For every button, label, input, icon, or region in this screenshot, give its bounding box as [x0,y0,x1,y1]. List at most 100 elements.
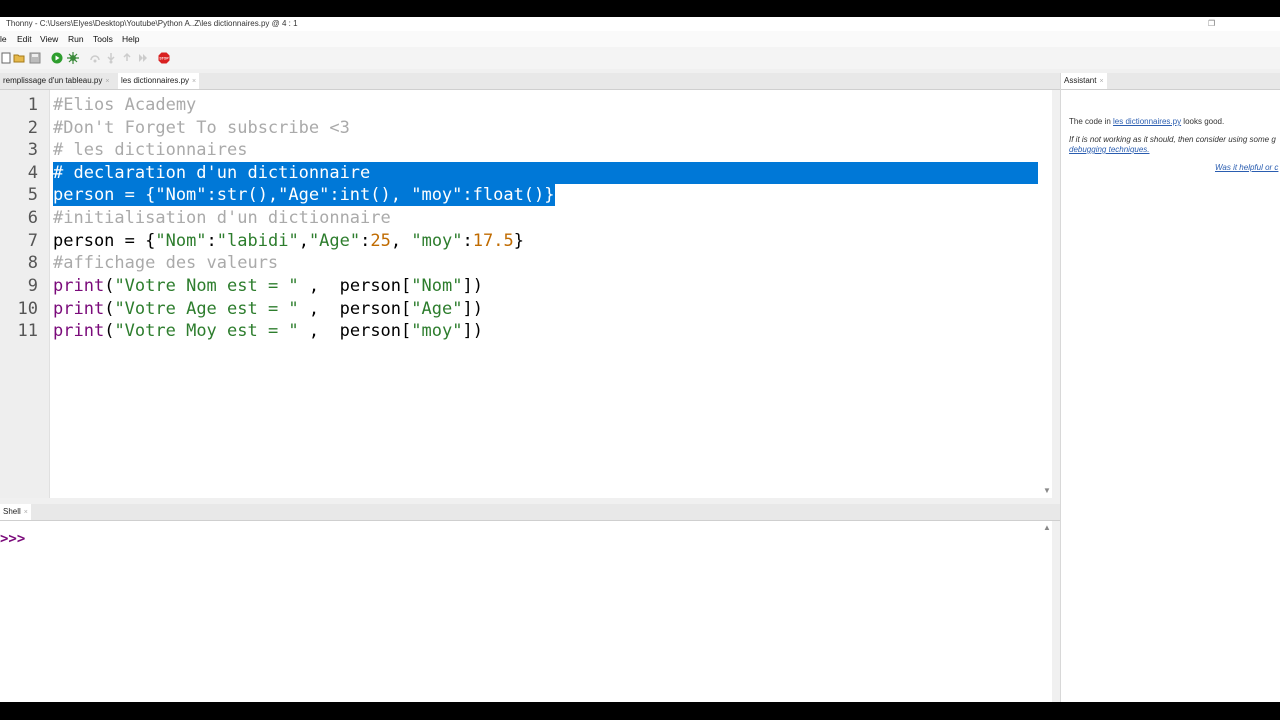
code-token: ( [104,299,115,319]
line-number: 1 [27,95,38,115]
restore-window-icon[interactable]: ❐ [1208,19,1217,28]
code-line-11: print("Votre Moy est = " , person["moy"]… [53,320,483,342]
save-icon[interactable] [29,52,41,64]
code-token: "Age" [411,299,463,319]
resume-icon[interactable] [137,52,149,64]
shell-tab-bar: Shell × [0,504,1060,521]
line-number: 6 [27,208,38,228]
file-link[interactable]: les dictionnaires.py [1113,117,1181,126]
code-token: print [53,276,105,296]
tab-label: Shell [3,507,21,516]
code-token: , person[ [298,299,412,319]
code-token: , person[ [298,276,412,296]
line-number: 2 [27,118,38,138]
tab-remplissage[interactable]: remplissage d'un tableau.py × [0,73,112,89]
close-icon[interactable]: × [1099,78,1103,85]
line-number: 11 [17,321,38,341]
title-bar: Thonny - C:\Users\Elyes\Desktop\Youtube\… [0,17,1280,31]
code-token: "labidi" [216,231,299,251]
code-token: ( [104,276,115,296]
code-token: ( [104,321,115,341]
code-line-1: #Elios Academy [53,95,197,115]
code-line-10: print("Votre Age est = " , person["Age"]… [53,298,483,320]
tab-shell[interactable]: Shell × [0,504,31,520]
code-token: "Votre Nom est = " [114,276,299,296]
code-line-5: person = {"Nom":str(),"Age":int(), "moy"… [53,184,555,206]
assistant-tab-bar: Assistant × [1061,73,1280,90]
line-number: 8 [27,253,38,273]
code-token: ]) [462,321,483,341]
debug-icon[interactable] [67,52,79,64]
window-title: Thonny - C:\Users\Elyes\Desktop\Youtube\… [6,19,298,28]
code-token: , person[ [298,321,412,341]
code-token: print [53,321,105,341]
close-icon[interactable]: × [105,78,109,85]
menu-view[interactable]: View [40,31,58,47]
assistant-message: The code in les dictionnaires.py looks g… [1069,117,1224,126]
code-line-8: #affichage des valeurs [53,253,279,273]
open-folder-icon[interactable] [13,52,25,64]
code-token: : [462,231,473,251]
code-token: : [206,231,217,251]
stop-icon[interactable]: STOP [158,52,170,64]
menu-edit[interactable]: Edit [17,31,32,47]
menu-tools[interactable]: Tools [93,31,113,47]
code-line-9: print("Votre Nom est = " , person["Nom"]… [53,275,483,297]
stop-icon-label: STOP [159,57,169,61]
code-line-4: # declaration d'un dictionnaire [53,163,371,183]
code-token: print [53,299,105,319]
code-token: "Age" [308,231,361,251]
menu-help[interactable]: Help [122,31,139,47]
assistant-text: The code in [1069,117,1114,126]
tab-assistant[interactable]: Assistant × [1061,73,1107,89]
line-number: 7 [27,231,38,251]
new-file-icon[interactable] [0,52,12,64]
tab-label: les dictionnaires.py [121,76,190,85]
assistant-hint: If it is not working as it should, then … [1069,135,1276,144]
line-number: 3 [27,140,38,160]
run-icon[interactable] [51,52,63,64]
tab-label: remplissage d'un tableau.py [3,76,103,85]
line-number: 4 [27,163,38,183]
menu-bar: le Edit View Run Tools Help [0,31,1280,47]
scroll-up-icon[interactable]: ▲ [1043,523,1051,532]
code-line-7: person = {"Nom":"labidi","Age":25, "moy"… [53,230,524,252]
shell-console[interactable]: >>> ▲ [0,521,1052,702]
line-number: 9 [27,276,38,296]
shell-prompt: >>> [0,531,26,547]
code-token: ]) [462,276,483,296]
close-icon[interactable]: × [192,78,196,85]
menu-run[interactable]: Run [68,31,84,47]
code-token: "Nom" [155,231,207,251]
code-line-3: # les dictionnaires [53,140,248,160]
code-token: 25 [370,231,391,251]
scroll-down-icon[interactable]: ▼ [1043,486,1051,495]
code-token: : [360,231,371,251]
code-line-2: #Don't Forget To subscribe <3 [53,118,350,138]
code-token: , [390,231,412,251]
line-number: 10 [17,299,38,319]
step-out-icon[interactable] [121,52,133,64]
thonny-window: Thonny - C:\Users\Elyes\Desktop\Youtube\… [0,17,1280,702]
code-token: 17.5 [472,231,514,251]
line-number-gutter: 1 2 3 4 5 6 7 8 9 10 11 [0,90,50,498]
code-token: , [298,231,309,251]
code-editor[interactable]: 1 2 3 4 5 6 7 8 9 10 11 #Elios Academy #… [0,90,1052,498]
code-token: "Votre Moy est = " [114,321,299,341]
step-into-icon[interactable] [105,52,117,64]
code-token: "Nom" [411,276,463,296]
assistant-text: looks good. [1181,117,1225,126]
assistant-panel: Assistant × The code in les dictionnaires… [1060,73,1280,702]
code-token: ]) [462,299,483,319]
tab-les-dictionnaires[interactable]: les dictionnaires.py × [118,73,200,89]
close-icon[interactable]: × [24,509,28,516]
code-token: "Votre Age est = " [114,299,299,319]
line-number: 5 [27,185,38,205]
menu-file[interactable]: le [0,31,7,47]
tab-label: Assistant [1064,76,1097,85]
code-token: "moy" [411,231,463,251]
step-over-icon[interactable] [89,52,101,64]
toolbar: STOP [0,47,1280,69]
debugging-techniques-link[interactable]: debugging techniques. [1069,145,1150,154]
feedback-link[interactable]: Was it helpful or c [1215,163,1278,172]
